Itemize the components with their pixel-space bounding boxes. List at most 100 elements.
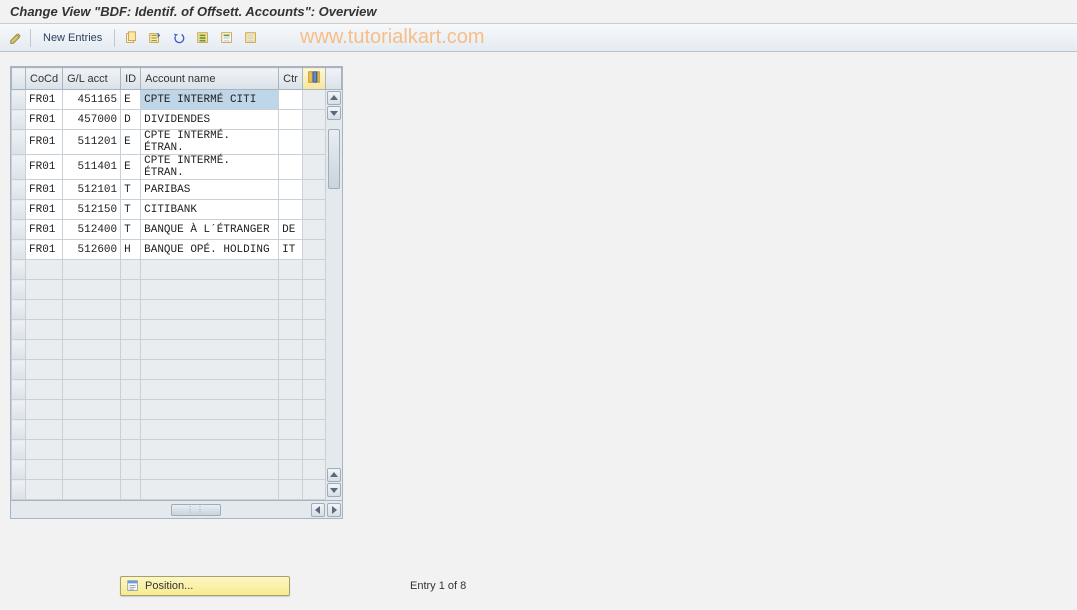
cell-acctname[interactable]: DIVIDENDES xyxy=(141,110,279,130)
row-select-handle[interactable] xyxy=(12,300,26,320)
separator xyxy=(114,29,115,47)
column-header-cocd[interactable]: CoCd xyxy=(26,68,63,90)
column-header-id[interactable]: ID xyxy=(121,68,141,90)
cell-ctr[interactable] xyxy=(279,200,303,220)
scroll-left-button[interactable] xyxy=(311,503,325,517)
table-header-row: CoCd G/L acct ID Account name Ctr xyxy=(12,68,342,90)
column-header-ctr[interactable]: Ctr xyxy=(279,68,303,90)
row-select-handle[interactable] xyxy=(12,460,26,480)
cell-acctname[interactable]: BANQUE À L´ÉTRANGER xyxy=(141,220,279,240)
cell-glacct[interactable]: 451165 xyxy=(63,90,121,110)
row-select-handle[interactable] xyxy=(12,155,26,180)
cell-id[interactable]: T xyxy=(121,180,141,200)
cell-ctr xyxy=(279,380,303,400)
row-select-handle[interactable] xyxy=(12,400,26,420)
cell-glacct[interactable]: 512400 xyxy=(63,220,121,240)
cell-glacct[interactable]: 512101 xyxy=(63,180,121,200)
footer-bar: Position... Entry 1 of 8 xyxy=(0,576,1077,596)
row-select-handle[interactable] xyxy=(12,220,26,240)
cell-ctr[interactable] xyxy=(279,180,303,200)
row-select-handle[interactable] xyxy=(12,480,26,500)
cell-acctname xyxy=(141,460,279,480)
cell-acctname[interactable]: CPTE INTERMÉ. ÉTRAN. xyxy=(141,155,279,180)
row-select-handle[interactable] xyxy=(12,90,26,110)
cell-cocd xyxy=(26,260,63,280)
cell-cocd[interactable]: FR01 xyxy=(26,240,63,260)
cell-id[interactable]: E xyxy=(121,90,141,110)
scroll-right-button[interactable] xyxy=(327,503,341,517)
cell-id xyxy=(121,300,141,320)
row-select-handle[interactable] xyxy=(12,240,26,260)
scroll-down-button[interactable] xyxy=(327,483,341,497)
cell-acctname[interactable]: PARIBAS xyxy=(141,180,279,200)
scroll-down-small-button[interactable] xyxy=(327,106,341,120)
row-select-handle[interactable] xyxy=(12,110,26,130)
spacer-cell xyxy=(303,180,326,200)
cell-cocd[interactable]: FR01 xyxy=(26,130,63,155)
undo-change-icon[interactable] xyxy=(169,28,189,48)
cell-acctname xyxy=(141,340,279,360)
scroll-up-small-button[interactable] xyxy=(327,468,341,482)
row-select-handle[interactable] xyxy=(12,320,26,340)
cell-id xyxy=(121,420,141,440)
cell-cocd xyxy=(26,400,63,420)
cell-glacct[interactable]: 511401 xyxy=(63,155,121,180)
column-header-acctname[interactable]: Account name xyxy=(141,68,279,90)
row-select-handle[interactable] xyxy=(12,360,26,380)
scroll-up-button[interactable] xyxy=(327,91,341,105)
cell-ctr[interactable]: IT xyxy=(279,240,303,260)
select-all-icon[interactable] xyxy=(193,28,213,48)
vertical-scroll-thumb[interactable] xyxy=(328,129,340,189)
cell-cocd[interactable]: FR01 xyxy=(26,220,63,240)
row-select-handle[interactable] xyxy=(12,380,26,400)
configure-columns-button[interactable] xyxy=(303,68,326,90)
cell-acctname[interactable]: CPTE INTERMÉ. ÉTRAN. xyxy=(141,130,279,155)
deselect-all-icon[interactable] xyxy=(241,28,261,48)
cell-ctr[interactable] xyxy=(279,155,303,180)
copy-as-icon[interactable] xyxy=(121,28,141,48)
cell-cocd[interactable]: FR01 xyxy=(26,155,63,180)
cell-cocd[interactable]: FR01 xyxy=(26,180,63,200)
cell-glacct[interactable]: 512150 xyxy=(63,200,121,220)
cell-ctr[interactable] xyxy=(279,90,303,110)
row-select-header[interactable] xyxy=(12,68,26,90)
cell-acctname[interactable]: BANQUE OPÉ. HOLDING xyxy=(141,240,279,260)
cell-glacct[interactable]: 457000 xyxy=(63,110,121,130)
row-select-handle[interactable] xyxy=(12,280,26,300)
cell-cocd[interactable]: FR01 xyxy=(26,90,63,110)
cell-acctname xyxy=(141,260,279,280)
row-select-handle[interactable] xyxy=(12,180,26,200)
select-block-icon[interactable] xyxy=(217,28,237,48)
cell-cocd[interactable]: FR01 xyxy=(26,200,63,220)
table-row xyxy=(12,360,342,380)
row-select-handle[interactable] xyxy=(12,440,26,460)
vertical-scrollbar[interactable] xyxy=(326,90,342,500)
toggle-display-change-icon[interactable] xyxy=(8,30,24,46)
row-select-handle[interactable] xyxy=(12,200,26,220)
cell-ctr[interactable]: DE xyxy=(279,220,303,240)
cell-ctr[interactable] xyxy=(279,110,303,130)
position-button[interactable]: Position... xyxy=(120,576,290,596)
cell-id[interactable]: H xyxy=(121,240,141,260)
cell-ctr xyxy=(279,340,303,360)
cell-id[interactable]: D xyxy=(121,110,141,130)
cell-glacct[interactable]: 511201 xyxy=(63,130,121,155)
cell-acctname[interactable]: CPTE INTERMÉ CITI xyxy=(141,90,279,110)
cell-id[interactable]: E xyxy=(121,130,141,155)
delete-icon[interactable] xyxy=(145,28,165,48)
row-select-handle[interactable] xyxy=(12,340,26,360)
cell-glacct[interactable]: 512600 xyxy=(63,240,121,260)
cell-acctname[interactable]: CITIBANK xyxy=(141,200,279,220)
row-select-handle[interactable] xyxy=(12,130,26,155)
cell-id[interactable]: E xyxy=(121,155,141,180)
cell-id[interactable]: T xyxy=(121,220,141,240)
horizontal-scroll-thumb[interactable]: ⋮⋮ xyxy=(171,504,221,516)
row-select-handle[interactable] xyxy=(12,260,26,280)
cell-id[interactable]: T xyxy=(121,200,141,220)
new-entries-button[interactable]: New Entries xyxy=(37,30,108,46)
cell-cocd[interactable]: FR01 xyxy=(26,110,63,130)
column-header-glacct[interactable]: G/L acct xyxy=(63,68,121,90)
spacer-cell xyxy=(303,90,326,110)
row-select-handle[interactable] xyxy=(12,420,26,440)
cell-ctr[interactable] xyxy=(279,130,303,155)
